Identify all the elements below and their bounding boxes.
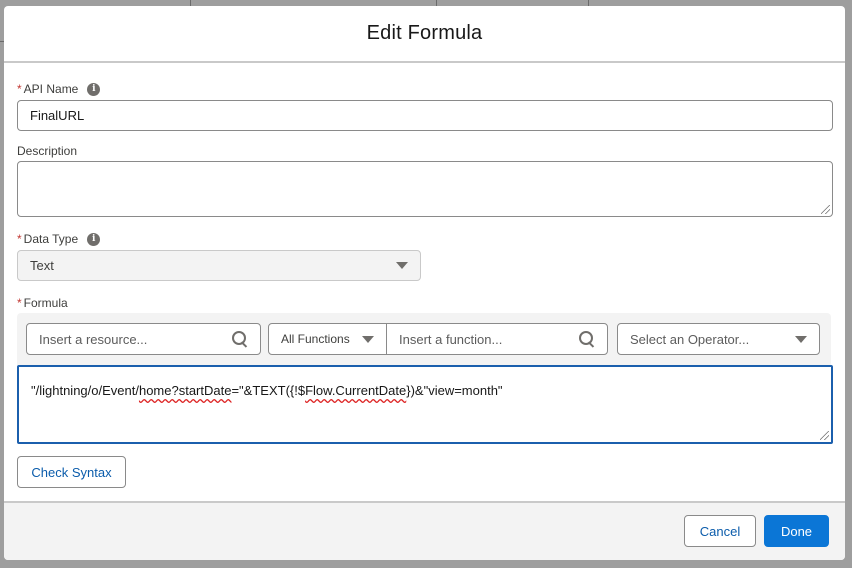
info-icon[interactable]: i bbox=[87, 232, 101, 246]
required-marker: * bbox=[17, 82, 22, 96]
chevron-down-icon bbox=[396, 262, 408, 269]
done-button[interactable]: Done bbox=[764, 515, 829, 547]
function-placeholder: Insert a function... bbox=[399, 331, 503, 347]
cancel-button[interactable]: Cancel bbox=[684, 515, 756, 547]
insert-resource-input[interactable]: Insert a resource... bbox=[26, 323, 261, 355]
required-marker: * bbox=[17, 232, 22, 246]
chevron-down-icon bbox=[795, 335, 807, 343]
resource-placeholder: Insert a resource... bbox=[39, 331, 148, 347]
modal-title: Edit Formula bbox=[366, 22, 483, 44]
formula-text-spellcheck: Flow.CurrentDate bbox=[305, 383, 407, 398]
api-name-value: FinalURL bbox=[30, 108, 85, 123]
formula-text: ="&TEXT({!$ bbox=[231, 383, 306, 398]
formula-text: "/lightning/o/Event/ bbox=[31, 383, 139, 398]
operator-placeholder: Select an Operator... bbox=[630, 331, 750, 347]
data-type-label: * Data Type i bbox=[17, 232, 101, 246]
operator-select[interactable]: Select an Operator... bbox=[617, 323, 820, 355]
data-type-select[interactable]: Text bbox=[17, 250, 421, 281]
formula-text-spellcheck: home?startDate bbox=[138, 383, 232, 398]
info-icon[interactable]: i bbox=[87, 82, 101, 96]
search-icon bbox=[232, 331, 248, 347]
description-textarea[interactable] bbox=[17, 161, 833, 217]
insert-function-input[interactable]: Insert a function... bbox=[386, 323, 608, 355]
formula-label-text: Formula bbox=[23, 296, 68, 310]
api-name-label-text: API Name bbox=[23, 82, 79, 96]
resize-handle[interactable] bbox=[820, 431, 829, 440]
formula-textarea[interactable]: "/lightning/o/Event/home?startDate="&TEX… bbox=[17, 365, 833, 444]
resize-handle[interactable] bbox=[821, 205, 830, 214]
modal-header: Edit Formula bbox=[4, 6, 845, 63]
functions-filter-value: All Functions bbox=[281, 332, 350, 346]
formula-text: })&"view=month" bbox=[406, 383, 503, 398]
search-icon bbox=[579, 331, 595, 347]
edit-formula-modal: Edit Formula * API Name i FinalURL Descr… bbox=[4, 6, 845, 560]
functions-filter-select[interactable]: All Functions bbox=[268, 323, 387, 355]
required-marker: * bbox=[17, 296, 22, 310]
modal-body: * API Name i FinalURL Description * Data… bbox=[4, 63, 845, 501]
data-type-label-text: Data Type bbox=[23, 232, 79, 246]
modal-footer: Cancel Done bbox=[4, 501, 845, 560]
formula-toolbar: Insert a resource... All Functions Inser… bbox=[17, 313, 831, 365]
formula-label: * Formula bbox=[17, 296, 68, 310]
description-label: Description bbox=[17, 144, 77, 158]
api-name-label: * API Name i bbox=[17, 82, 101, 96]
chevron-down-icon bbox=[362, 335, 374, 343]
api-name-input[interactable]: FinalURL bbox=[17, 100, 833, 131]
data-type-value: Text bbox=[30, 258, 54, 273]
check-syntax-button[interactable]: Check Syntax bbox=[17, 456, 126, 488]
description-label-text: Description bbox=[17, 144, 78, 158]
